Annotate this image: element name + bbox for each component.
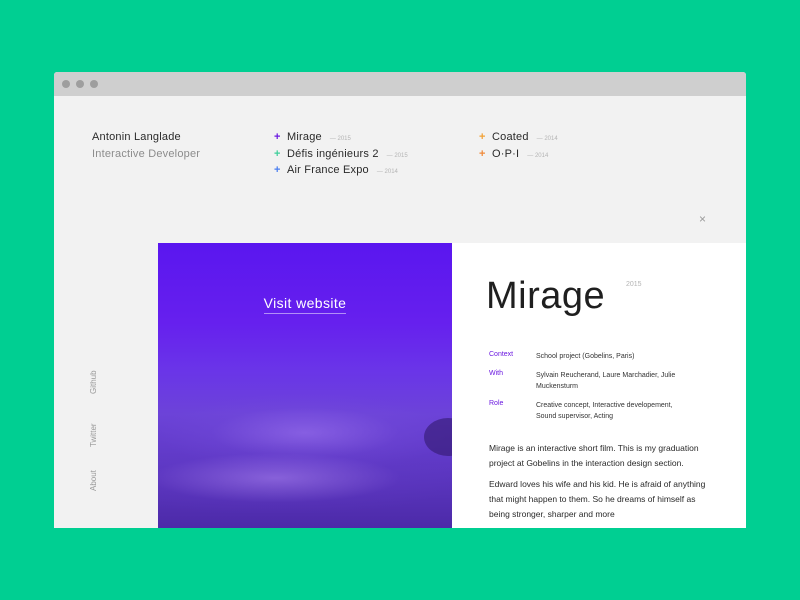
plus-icon: + (274, 131, 281, 143)
project-item-air-france-expo[interactable]: + Air France Expo — 2014 (274, 164, 408, 181)
author-name[interactable]: Antonin Langlade (92, 131, 200, 143)
author-block: Antonin Langlade Interactive Developer (92, 131, 200, 160)
project-name: Mirage (287, 131, 322, 143)
window-dot-icon[interactable] (62, 80, 70, 88)
visit-website-wrapper: Visit website (158, 295, 452, 314)
project-name: Air France Expo (287, 164, 369, 176)
plus-icon: + (274, 147, 281, 160)
meta-label: Context (489, 351, 514, 358)
meta-label: Role (489, 400, 504, 407)
meta-row-role: Role Creative concept, Interactive devel… (489, 400, 739, 422)
close-icon[interactable]: × (699, 212, 706, 226)
project-hero-image: Visit website (158, 243, 452, 528)
github-link[interactable]: Github (89, 370, 98, 394)
project-item-coated[interactable]: + Coated — 2014 (479, 131, 558, 148)
meta-row-context: Context School project (Gobelins, Paris) (489, 351, 739, 362)
project-item-opi[interactable]: + O·P·I — 2014 (479, 148, 558, 165)
description-paragraph: Edward loves his wife and his kid. He is… (489, 479, 706, 519)
project-year: — 2014 (527, 152, 549, 159)
project-name: O·P·I (492, 147, 520, 160)
project-title: Mirage (486, 275, 606, 317)
hero-wave-decoration (158, 443, 452, 513)
project-item-mirage[interactable]: + Mirage — 2015 (274, 131, 408, 148)
project-list-col2: + Coated — 2014 + O·P·I — 2014 (479, 131, 558, 164)
twitter-link[interactable]: Twitter (89, 423, 98, 447)
window-dot-icon[interactable] (76, 80, 84, 88)
description-paragraph: Mirage is an interactive short film. Thi… (489, 443, 699, 468)
project-meta: Context School project (Gobelins, Paris)… (489, 351, 739, 430)
project-year: — 2015 (329, 136, 351, 142)
meta-value: School project (Gobelins, Paris) (536, 353, 635, 360)
window-titlebar (54, 72, 746, 96)
project-year: — 2014 (536, 136, 558, 142)
meta-value: Creative concept, Interactive developeme… (536, 402, 673, 420)
meta-value: Sylvain Reucherand, Laure Marchadier, Ju… (536, 372, 676, 390)
plus-icon: + (479, 147, 486, 160)
social-links: Github Twitter About (89, 370, 103, 492)
project-title-year: 2015 (626, 281, 642, 288)
project-year: — 2015 (386, 152, 408, 159)
project-description: Mirage is an interactive short film. Thi… (489, 441, 709, 528)
about-link[interactable]: About (89, 470, 98, 491)
visit-website-link[interactable]: Visit website (263, 295, 347, 314)
project-item-defis-ingenieurs[interactable]: + Défis ingénieurs 2 — 2015 (274, 148, 408, 165)
project-list-col1: + Mirage — 2015 + Défis ingénieurs 2 — 2… (274, 131, 408, 181)
browser-window: Antonin Langlade Interactive Developer +… (54, 72, 746, 528)
project-detail-panel: Mirage 2015 Context School project (Gobe… (452, 243, 746, 528)
project-year: — 2014 (376, 169, 398, 175)
plus-icon: + (479, 131, 486, 143)
plus-icon: + (274, 164, 281, 176)
window-dot-icon[interactable] (90, 80, 98, 88)
meta-label: With (489, 370, 503, 377)
author-role: Interactive Developer (92, 148, 201, 160)
project-name: Défis ingénieurs 2 (287, 147, 379, 160)
meta-row-with: With Sylvain Reucherand, Laure Marchadie… (489, 370, 739, 392)
project-name: Coated (492, 131, 529, 143)
